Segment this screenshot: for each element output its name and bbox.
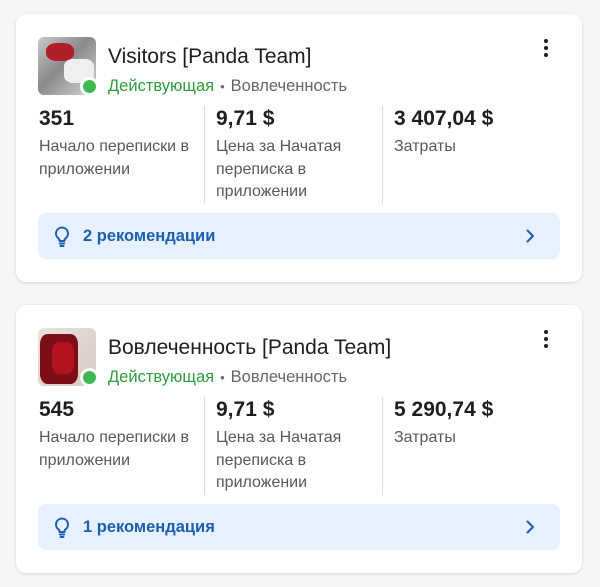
metric-value: 3 407,04 $ [394,107,494,130]
metric-conversations: 545 Начало переписки в приложении [39,397,204,495]
metric-label: Начало переписки в приложении [39,138,190,178]
recommendations-label: 2 рекомендации [83,227,216,245]
chevron-right-icon [526,229,534,243]
metric-label: Затраты [394,138,456,155]
metric-divider [382,106,383,204]
campaign-card[interactable]: Вовлеченность [Panda Team] Действующая • В… [16,305,582,573]
metrics-row: 351 Начало переписки в приложении 9,71 $… [38,106,560,204]
metric-value: 9,71 $ [216,107,275,130]
metric-label: Цена за Начатая переписка в приложении [216,138,342,200]
metric-cost-per-result: 9,71 $ Цена за Начатая переписка в прило… [216,106,381,204]
chevron-right-icon [526,520,534,534]
lightbulb-icon [55,226,69,247]
separator-dot: • [220,370,225,385]
recommendations-button[interactable]: 1 рекомендация [38,504,560,550]
campaign-status: Действующая [108,77,215,95]
recommendations-label: 1 рекомендация [83,518,215,536]
more-vertical-icon [544,39,548,43]
lightbulb-icon [55,517,69,538]
active-status-dot-icon [80,77,99,96]
more-options-button[interactable] [536,34,556,62]
active-status-dot-icon [80,368,99,387]
metric-value: 9,71 $ [216,398,275,421]
metric-label: Затраты [394,429,456,446]
separator-dot: • [220,79,225,94]
metrics-row: 545 Начало переписки в приложении 9,71 $… [38,397,560,495]
more-options-button[interactable] [536,325,556,353]
campaign-subline: Действующая • Вовлеченность [108,367,347,388]
metric-divider [204,106,205,204]
campaign-subline: Действующая • Вовлеченность [108,76,347,97]
metric-cost-per-result: 9,71 $ Цена за Начатая переписка в прило… [216,397,381,495]
metric-spend: 3 407,04 $ Затраты [394,106,559,204]
metric-divider [204,397,205,495]
metric-label: Цена за Начатая переписка в приложении [216,429,342,491]
campaign-card[interactable]: Visitors [Panda Team] Действующая • Вовлеч… [16,14,582,282]
metric-value: 545 [39,398,75,421]
campaign-objective: Вовлеченность [230,368,348,386]
metric-label: Начало переписки в приложении [39,429,190,469]
campaign-title[interactable]: Visitors [Panda Team] [108,44,312,70]
metric-spend: 5 290,74 $ Затраты [394,397,559,495]
campaign-title[interactable]: Вовлеченность [Panda Team] [108,335,391,361]
metric-conversations: 351 Начало переписки в приложении [39,106,204,204]
recommendations-button[interactable]: 2 рекомендации [38,213,560,259]
metric-divider [382,397,383,495]
metric-value: 351 [39,107,75,130]
campaign-status: Действующая [108,368,215,386]
metric-value: 5 290,74 $ [394,398,494,421]
more-vertical-icon [544,330,548,334]
campaign-objective: Вовлеченность [230,77,348,95]
